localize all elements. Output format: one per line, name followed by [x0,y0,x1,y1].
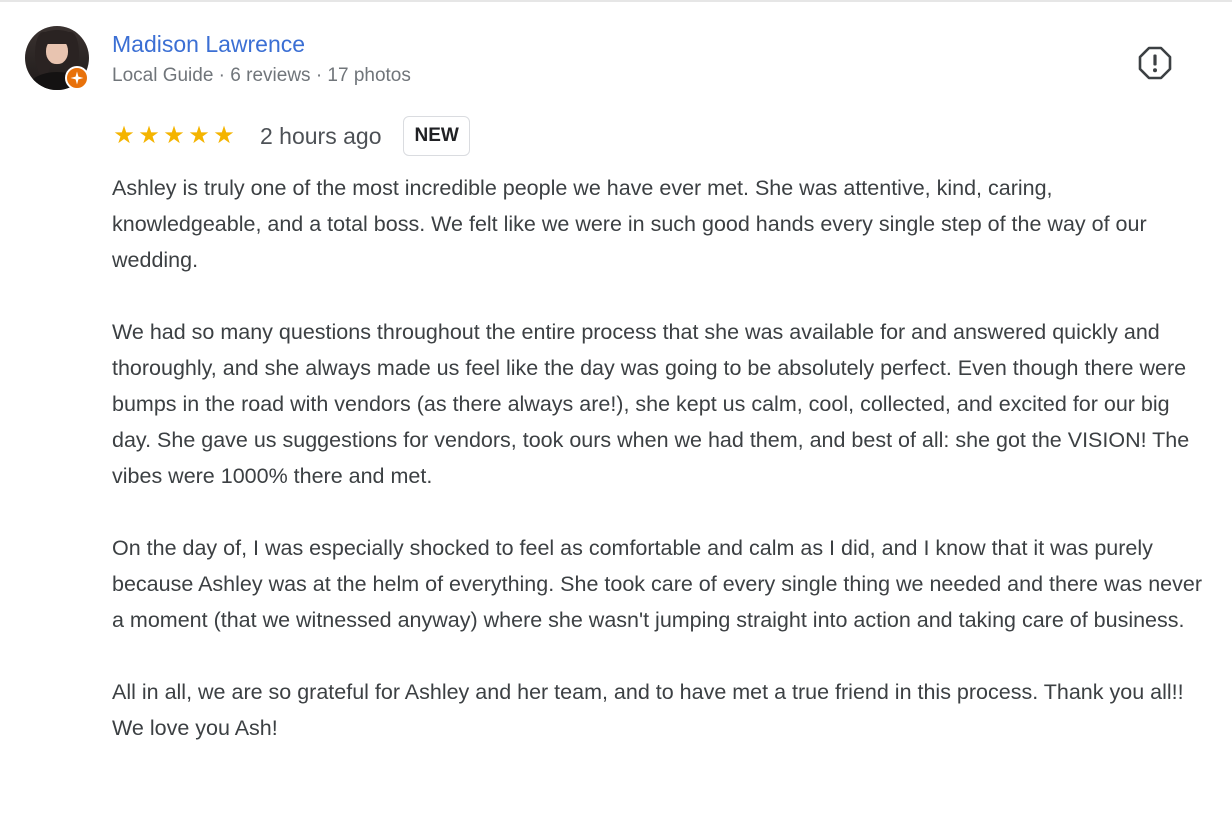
star-icon: ★ [113,122,135,149]
star-icon: ★ [138,122,160,149]
star-rating: ★ ★ ★ ★ ★ [112,124,236,148]
review-time: 2 hours ago [260,122,382,149]
reviewer-meta: Local Guide · 6 reviews · 17 photos [112,65,411,86]
report-exclamation-icon [1138,46,1172,80]
local-guide-star-icon [65,66,89,90]
reviewer-avatar[interactable] [25,26,89,90]
rating-row: ★ ★ ★ ★ ★ 2 hours ago NEW [112,115,470,157]
review-paragraph: We had so many questions throughout the … [112,320,1190,488]
review-text: Ashley is truly one of the most incredib… [112,170,1202,746]
star-icon: ★ [188,122,210,149]
star-icon: ★ [163,122,185,149]
review-paragraph: All in all, we are so grateful for Ashle… [112,680,1184,740]
star-icon: ★ [213,122,235,149]
new-badge: NEW [403,116,470,156]
review-paragraph: Ashley is truly one of the most incredib… [112,176,1147,272]
review-paragraph: On the day of, I was especially shocked … [112,536,1202,632]
review-card: Madison Lawrence Local Guide · 6 reviews… [0,0,1232,836]
reviewer-name-link[interactable]: Madison Lawrence [112,30,305,58]
report-review-button[interactable] [1137,45,1173,81]
